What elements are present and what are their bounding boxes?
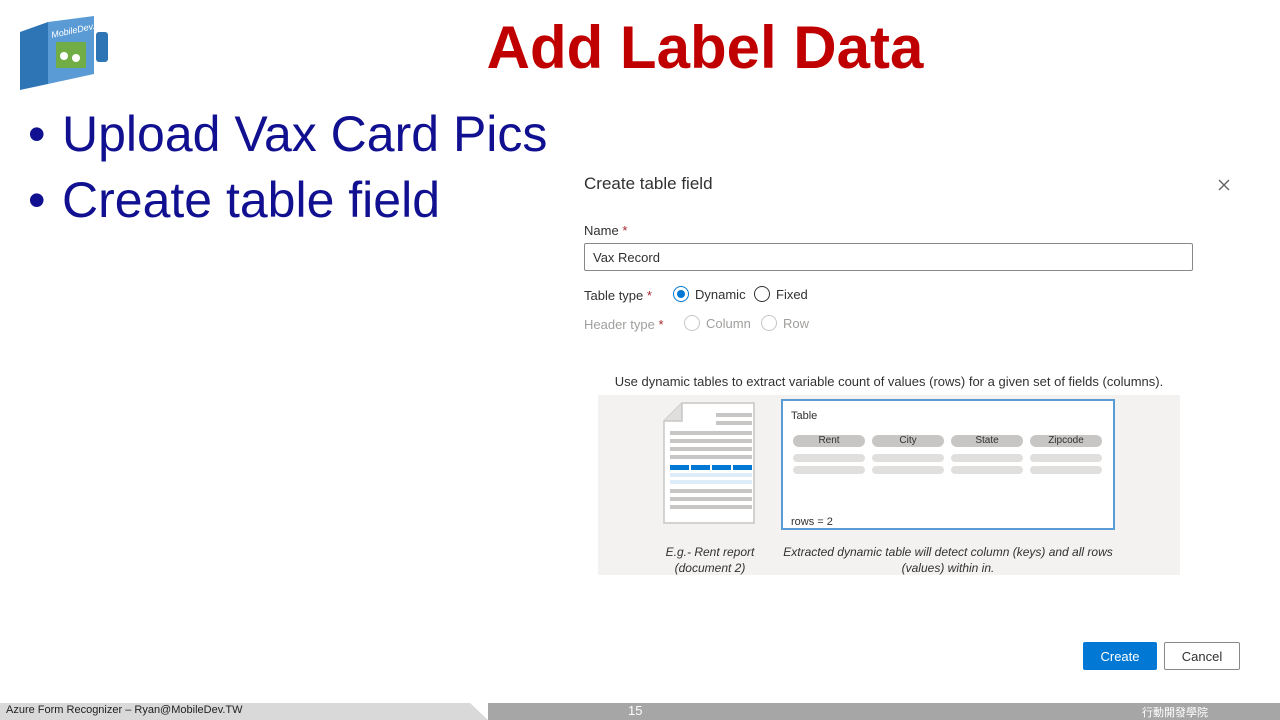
radio-fixed-label: Fixed [776, 286, 808, 302]
radio-fixed[interactable]: Fixed [754, 286, 808, 302]
column-pill: State [951, 435, 1023, 447]
name-input[interactable] [584, 243, 1193, 271]
bullet-text: Create table field [62, 172, 441, 228]
help-text: Use dynamic tables to extract variable c… [614, 374, 1164, 389]
table-type-label: Table type * [584, 288, 652, 303]
footer-divider-shape [450, 703, 488, 720]
dialog-title: Create table field [584, 174, 713, 193]
radio-checked-icon [673, 286, 689, 302]
radio-unchecked-icon [754, 286, 770, 302]
table-card-title: Table [791, 410, 818, 422]
bullet-item: • Upload Vax Card Pics [28, 104, 547, 164]
row-placeholder [951, 454, 1023, 462]
rows-count-text: rows = 2 [791, 516, 833, 528]
slide-title: Add Label Data [486, 14, 924, 81]
row-placeholder [872, 466, 944, 474]
radio-column: Column [684, 315, 751, 331]
document-caption-line: (document 2) [674, 561, 746, 575]
row-placeholder [1030, 454, 1102, 462]
row-placeholder [872, 454, 944, 462]
radio-row: Row [761, 315, 809, 331]
footer-credit: Azure Form Recognizer – Ryan@MobileDev.T… [6, 704, 243, 716]
table-preview-card: Table Rent City State Zipcode rows = 2 [781, 399, 1115, 530]
name-label: Name * [584, 223, 627, 238]
footer-org-name: 行動開發學院 [1142, 707, 1208, 719]
column-pill: Zipcode [1030, 435, 1102, 447]
bullet-dot: • [28, 106, 46, 162]
document-icon [663, 402, 755, 524]
radio-disabled-icon [684, 315, 700, 331]
required-mark: * [622, 223, 628, 238]
document-caption-line: E.g.- Rent report [665, 545, 755, 559]
mobiledev-logo: MobileDev.TW [16, 12, 114, 92]
radio-row-label: Row [783, 315, 810, 331]
radio-dynamic[interactable]: Dynamic [673, 286, 746, 302]
document-caption: E.g.- Rent report (document 2) [654, 544, 766, 576]
required-mark: * [658, 317, 664, 332]
table-type-label-text: Table type [584, 288, 644, 303]
header-type-label: Header type * [584, 317, 664, 332]
table-card-caption: Extracted dynamic table will detect colu… [768, 544, 1128, 576]
row-placeholder [793, 454, 865, 462]
logo-door-shape [20, 22, 48, 90]
table-card-caption-line: (values) within in. [901, 561, 995, 575]
radio-disabled-icon [761, 315, 777, 331]
bullet-dot: • [28, 172, 46, 228]
page-number: 15 [628, 703, 643, 718]
row-placeholder [793, 466, 865, 474]
bullet-item: • Create table field [28, 170, 440, 230]
create-button[interactable]: Create [1083, 642, 1157, 670]
column-pill: City [872, 435, 944, 447]
table-card-caption-line: Extracted dynamic table will detect colu… [783, 545, 1113, 559]
name-label-text: Name [584, 223, 619, 238]
radio-column-label: Column [706, 315, 751, 331]
close-icon[interactable] [1214, 174, 1234, 194]
radio-dynamic-label: Dynamic [695, 286, 746, 302]
dynamic-table-illustration: E.g.- Rent report (document 2) Table Ren… [598, 395, 1180, 575]
cancel-button[interactable]: Cancel [1164, 642, 1240, 670]
slide-footer: Azure Form Recognizer – Ryan@MobileDev.T… [0, 703, 1280, 720]
header-type-label-text: Header type [584, 317, 655, 332]
column-pill: Rent [793, 435, 865, 447]
required-mark: * [646, 288, 652, 303]
row-placeholder [1030, 466, 1102, 474]
row-placeholder [951, 466, 1023, 474]
bullet-text: Upload Vax Card Pics [62, 106, 548, 162]
